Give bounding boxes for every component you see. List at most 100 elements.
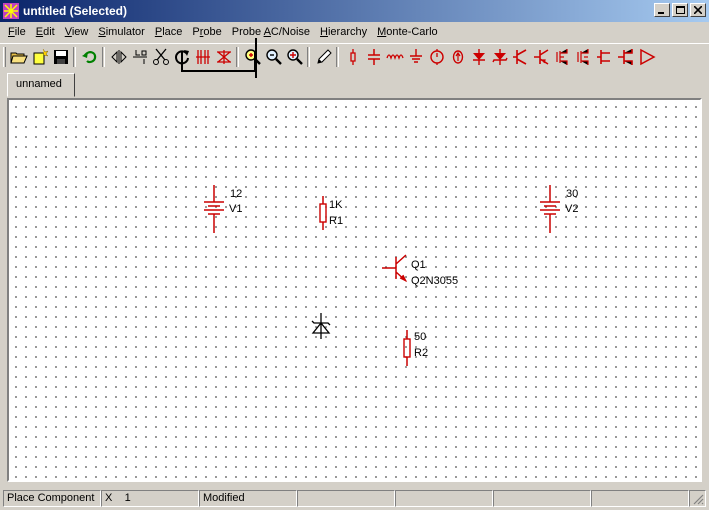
- save-button[interactable]: [50, 46, 71, 68]
- zoom-out-icon: [265, 49, 282, 65]
- app-icon: [3, 3, 19, 19]
- status-document-state: Modified: [199, 490, 297, 507]
- npn-tool-icon: [512, 49, 526, 65]
- r1-value-label: 1K: [329, 199, 343, 211]
- v1-value-label: 12: [230, 188, 243, 200]
- opamp-tool-icon: [639, 48, 656, 66]
- place-nmos-button[interactable]: [552, 46, 573, 68]
- place-diode-button[interactable]: [468, 46, 489, 68]
- place-voltage-source-button[interactable]: [426, 46, 447, 68]
- save-icon: [53, 50, 68, 64]
- resize-grip-icon: [693, 494, 704, 505]
- flip-horizontal-button[interactable]: [108, 46, 129, 68]
- status-mode: Place Component: [3, 490, 101, 507]
- place-inductor-button[interactable]: [384, 46, 405, 68]
- battery-v1-symbol[interactable]: [202, 185, 226, 235]
- status-bar: Place Component X 1 Modified: [0, 488, 709, 510]
- transistor-q1-symbol[interactable]: [382, 254, 412, 284]
- place-pnp-button[interactable]: [531, 46, 552, 68]
- place-njfet-button[interactable]: [594, 46, 615, 68]
- v2-value-label: 30: [566, 188, 579, 200]
- tab-unnamed[interactable]: unnamed: [7, 73, 75, 97]
- place-current-source-button[interactable]: [447, 46, 468, 68]
- close-button[interactable]: [690, 3, 706, 17]
- q1-name-label: Q2N3055: [411, 275, 459, 287]
- flip-horizontal-icon: [110, 50, 127, 64]
- menu-hierarchy[interactable]: Hierarchy: [315, 22, 372, 42]
- njfet-tool-icon: [596, 50, 610, 64]
- open-button[interactable]: [8, 46, 29, 68]
- pjfet-tool-icon: [617, 49, 633, 65]
- schematic-canvas[interactable]: 12 V1 1K R1 30 V2 Q1 Q2N3055 50 R2: [7, 98, 702, 482]
- r2-name-label: R2: [414, 347, 429, 359]
- place-pmos-button[interactable]: [573, 46, 594, 68]
- toolbar-separator: [307, 47, 310, 67]
- toolbar-separator: [336, 47, 339, 67]
- menu-bar: File Edit View Simulator Place Probe Pro…: [0, 22, 709, 42]
- pencil-button[interactable]: [313, 46, 334, 68]
- place-zener-button[interactable]: [489, 46, 510, 68]
- open-folder-icon: [9, 52, 28, 64]
- place-ground-button[interactable]: [405, 46, 426, 68]
- nmos-tool-icon: [555, 49, 568, 65]
- toolbar-grip[interactable]: [3, 47, 6, 67]
- place-npn-button[interactable]: [510, 46, 531, 68]
- resistor-r1-symbol[interactable]: [317, 196, 329, 230]
- resistor-tool-icon: [349, 49, 356, 65]
- placement-cursor-zener-icon: [311, 313, 331, 339]
- resistor-r2-symbol[interactable]: [401, 330, 413, 366]
- tab-bar: unnamed: [0, 70, 709, 98]
- v1-name-label: V1: [229, 203, 243, 215]
- menu-probe[interactable]: Probe: [187, 22, 226, 42]
- maximize-button[interactable]: [672, 3, 688, 17]
- zoom-fit-button[interactable]: [284, 46, 305, 68]
- zener-tool-icon: [491, 49, 508, 65]
- q1-value-label: Q1: [411, 259, 426, 271]
- status-coordinates: X 1: [101, 490, 199, 507]
- status-field-4: [297, 490, 395, 507]
- pnp-tool-icon: [533, 49, 548, 65]
- undo-button[interactable]: [79, 46, 100, 68]
- zoom-fit-icon: [286, 49, 303, 65]
- status-field-5: [395, 490, 493, 507]
- flip-vertical-button[interactable]: [129, 46, 150, 68]
- minimize-button[interactable]: [654, 3, 670, 17]
- status-field-6: [493, 490, 591, 507]
- maximize-icon: [675, 5, 685, 14]
- diode-tool-icon: [472, 49, 485, 65]
- cut-icon: [152, 48, 169, 65]
- menu-simulator[interactable]: Simulator: [93, 22, 149, 42]
- new-button[interactable]: [29, 46, 50, 68]
- r1-name-label: R1: [329, 215, 344, 227]
- battery-v2-symbol[interactable]: [538, 185, 562, 235]
- status-field-7: [591, 490, 689, 507]
- title-bar[interactable]: untitled (Selected): [0, 0, 709, 22]
- menu-view[interactable]: View: [60, 22, 94, 42]
- v2-name-label: V2: [565, 203, 579, 215]
- zoom-out-button[interactable]: [263, 46, 284, 68]
- capacitor-tool-icon: [367, 49, 380, 65]
- menu-monte-carlo[interactable]: Monte-Carlo: [372, 22, 443, 42]
- new-file-icon: [33, 48, 49, 65]
- toolbar-separator: [73, 47, 76, 67]
- inductor-tool-icon: [385, 54, 404, 61]
- r2-value-label: 50: [414, 331, 427, 343]
- toolbar-separator: [102, 47, 105, 67]
- resize-grip[interactable]: [689, 490, 706, 507]
- undo-icon: [81, 51, 96, 64]
- close-icon: [694, 6, 702, 14]
- pmos-tool-icon: [576, 49, 589, 65]
- menu-file[interactable]: File: [0, 22, 31, 42]
- toolbar: [0, 43, 709, 70]
- place-pjfet-button[interactable]: [615, 46, 636, 68]
- tool-highlight-frame: [181, 52, 256, 72]
- menu-edit[interactable]: Edit: [31, 22, 60, 42]
- menu-probe-ac-noise[interactable]: Probe AC/Noise: [227, 22, 315, 42]
- cut-button[interactable]: [150, 46, 171, 68]
- place-resistor-button[interactable]: [342, 46, 363, 68]
- place-capacitor-button[interactable]: [363, 46, 384, 68]
- menu-place[interactable]: Place: [150, 22, 188, 42]
- minimize-icon: [658, 12, 664, 14]
- pencil-icon: [316, 49, 332, 64]
- place-opamp-button[interactable]: [636, 46, 657, 68]
